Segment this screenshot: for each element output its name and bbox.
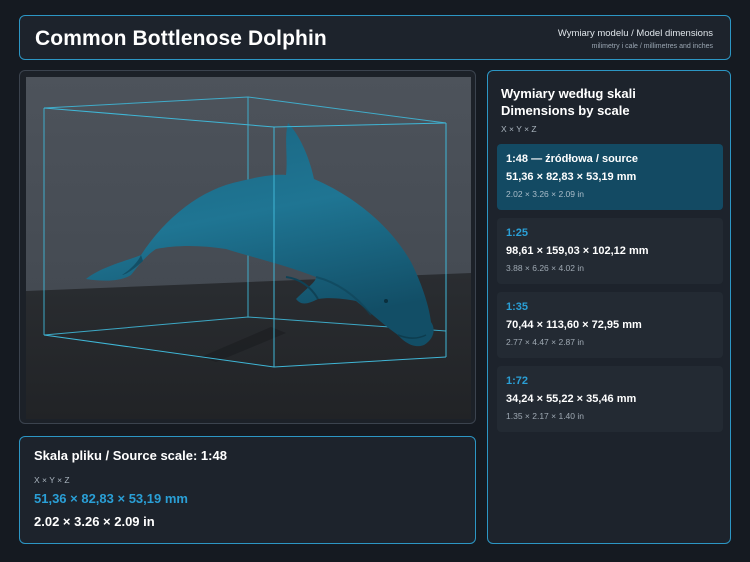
scale-card-1-25[interactable]: 1:25 98,61 × 159,03 × 102,12 mm 3.88 × 6… (497, 218, 723, 284)
scale-dimensions-mm: 51,36 × 82,83 × 53,19 mm (506, 171, 637, 183)
scale-dimensions-in: 1.35 × 2.17 × 1.40 in (506, 411, 584, 421)
source-scale-title: Skala pliku / Source scale: 1:48 (34, 448, 227, 463)
scale-label: 1:35 (506, 301, 529, 313)
page-title: Common Bottlenose Dolphin (35, 27, 327, 50)
scales-panel: Wymiary według skali Dimensions by scale… (487, 70, 731, 544)
scale-dimensions-mm: 98,61 × 159,03 × 102,12 mm (506, 245, 649, 257)
scale-dimensions-mm: 70,44 × 113,60 × 72,95 mm (506, 319, 642, 331)
scale-dimensions-in: 3.88 × 6.26 × 4.02 in (506, 263, 584, 273)
scale-card-1-72[interactable]: 1:72 34,24 × 55,22 × 35,46 mm 1.35 × 2.1… (497, 366, 723, 432)
scale-dimensions-mm: 34,24 × 55,22 × 35,46 mm (506, 393, 637, 405)
scale-card-1-35[interactable]: 1:35 70,44 × 113,60 × 72,95 mm 2.77 × 4.… (497, 292, 723, 358)
scale-label: 1:72 (506, 375, 529, 387)
scale-card-1-48[interactable]: 1:48 — źródłowa / source 51,36 × 82,83 ×… (497, 144, 723, 210)
scales-heading-en: Dimensions by scale (501, 103, 630, 118)
model-viewport[interactable] (19, 70, 476, 424)
units-note: milimetry i cale / millimetres and inche… (591, 43, 713, 50)
scale-dimensions-in: 2.77 × 4.47 × 2.87 in (506, 337, 584, 347)
header-subtitle: Wymiary modelu / Model dimensions (557, 28, 713, 39)
source-dimensions-in: 2.02 × 3.26 × 2.09 in (34, 514, 155, 529)
viewport-render[interactable] (26, 77, 471, 419)
scale-label: 1:48 — źródłowa / source (506, 153, 639, 165)
scale-label: 1:25 (506, 227, 529, 239)
scale-dimensions-in: 2.02 × 3.26 × 2.09 in (506, 189, 584, 199)
scales-heading-pl: Wymiary według skali (501, 86, 636, 101)
source-dimensions-mm: 51,36 × 82,83 × 53,19 mm (34, 491, 188, 506)
scales-heading: Wymiary według skali Dimensions by scale (501, 85, 636, 119)
scales-axes-label: X × Y × Z (501, 124, 537, 134)
header-panel: Common Bottlenose Dolphin Wymiary modelu… (19, 15, 731, 60)
source-axes-label: X × Y × Z (34, 475, 70, 485)
source-scale-panel: Skala pliku / Source scale: 1:48 X × Y ×… (19, 436, 476, 544)
